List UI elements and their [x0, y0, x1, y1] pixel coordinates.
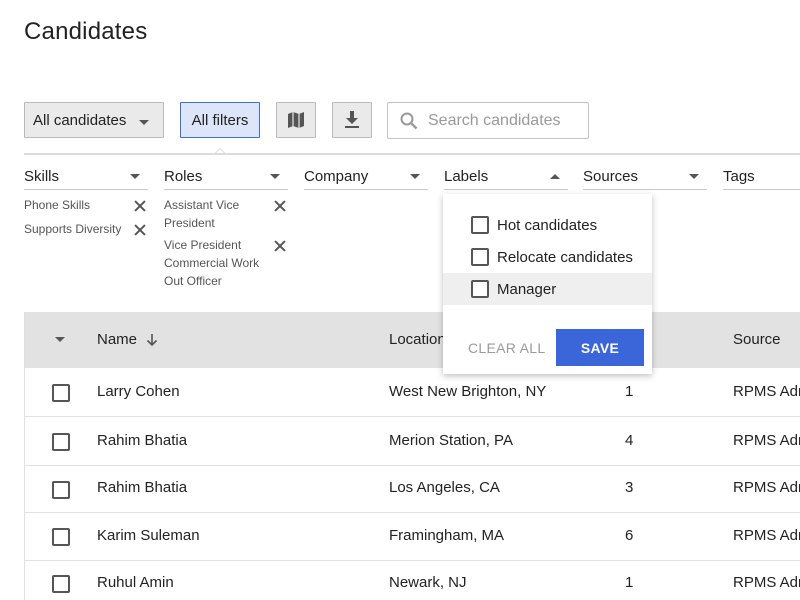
candidate-source: RPMS Admin: [733, 527, 800, 544]
filter-roles-label: Roles: [164, 168, 203, 185]
candidates-view-label: All candidates: [33, 111, 127, 129]
search-input[interactable]: [428, 111, 578, 130]
chevron-down-icon: [270, 174, 280, 179]
table-row[interactable]: Rahim Bhatia Merion Station, PA 4 RPMS A…: [25, 417, 800, 466]
label-option-text: Hot candidates: [497, 216, 598, 234]
page-title: Candidates: [24, 18, 148, 45]
table-row[interactable]: Ruhul Amin Newark, NJ 1 RPMS Admin: [25, 561, 800, 600]
remove-role-vp-icon[interactable]: [274, 240, 286, 252]
candidate-location: Merion Station, PA: [389, 432, 513, 449]
search-box[interactable]: [387, 102, 589, 139]
skill-chip: Supports Diversity: [24, 222, 122, 236]
table-row[interactable]: Larry Cohen West New Brighton, NY 1 RPMS…: [25, 368, 800, 417]
filter-tags[interactable]: Tags: [723, 166, 800, 190]
candidate-name[interactable]: Rahim Bhatia: [97, 479, 187, 496]
candidate-location: Framingham, MA: [389, 527, 505, 544]
candidate-count: 6: [625, 527, 634, 544]
table-row[interactable]: Rahim Bhatia Los Angeles, CA 3 RPMS Admi…: [25, 466, 800, 513]
all-filters-button[interactable]: All filters: [180, 102, 260, 138]
candidate-count: 3: [625, 479, 634, 496]
candidate-count: 4: [625, 432, 634, 449]
filter-sources-label: Sources: [583, 168, 639, 185]
label-checkbox[interactable]: [471, 280, 489, 298]
download-button[interactable]: [332, 102, 372, 138]
row-checkbox[interactable]: [52, 433, 70, 451]
candidate-location: Los Angeles, CA: [389, 479, 500, 496]
filter-labels[interactable]: Labels: [444, 166, 568, 190]
candidate-location: West New Brighton, NY: [389, 383, 547, 400]
label-checkbox[interactable]: [471, 216, 489, 234]
chevron-down-icon: [410, 174, 420, 179]
candidate-name[interactable]: Ruhul Amin: [97, 574, 174, 591]
filter-labels-label: Labels: [444, 168, 489, 185]
all-filters-label: All filters: [191, 111, 249, 129]
search-icon: [400, 112, 418, 129]
save-button[interactable]: SAVE: [556, 329, 644, 366]
row-checkbox[interactable]: [52, 575, 70, 593]
chevron-down-icon: [130, 174, 140, 179]
candidate-source: RPMS Admin: [733, 574, 800, 591]
label-option-relocate-candidates[interactable]: Relocate candidates: [443, 241, 652, 273]
column-location[interactable]: Location: [389, 331, 446, 348]
row-checkbox[interactable]: [52, 528, 70, 546]
candidates-table: Name Location Source Larry Cohen West Ne…: [24, 312, 800, 600]
remove-skill-supports-diversity-icon[interactable]: [134, 224, 146, 236]
filter-sources[interactable]: Sources: [583, 166, 707, 190]
filter-tags-label: Tags: [723, 168, 755, 185]
candidate-source: RPMS Admin: [733, 383, 800, 400]
filter-skills[interactable]: Skills: [24, 166, 148, 190]
remove-skill-phone-skills-icon[interactable]: [134, 200, 146, 212]
label-option-hot-candidates[interactable]: Hot candidates: [443, 209, 652, 241]
role-chip: Vice President Commercial Work Out Offic…: [164, 238, 260, 288]
candidate-source: RPMS Admin: [733, 432, 800, 449]
chevron-down-icon: [689, 174, 699, 179]
table-header: Name Location Source: [25, 312, 800, 368]
candidate-source: RPMS Admin: [733, 479, 800, 496]
label-checkbox[interactable]: [471, 248, 489, 266]
candidate-count: 1: [625, 574, 634, 591]
chevron-down-icon: [139, 120, 149, 125]
skill-chip: Phone Skills: [24, 198, 91, 212]
candidate-count: 1: [625, 383, 634, 400]
row-checkbox[interactable]: [52, 481, 70, 499]
filter-roles[interactable]: Roles: [164, 166, 288, 190]
clear-all-button[interactable]: CLEAR ALL: [468, 340, 545, 356]
download-icon: [345, 111, 359, 128]
candidate-name[interactable]: Larry Cohen: [97, 383, 180, 400]
labels-dropdown-menu: Hot candidates Relocate candidates Manag…: [443, 194, 652, 374]
remove-role-avp-icon[interactable]: [274, 200, 286, 212]
row-checkbox[interactable]: [52, 384, 70, 402]
chevron-up-icon: [550, 174, 560, 179]
label-option-text: Relocate candidates: [497, 248, 633, 266]
map-icon: [288, 112, 304, 128]
label-option-text: Manager: [497, 280, 557, 298]
column-source[interactable]: Source: [733, 331, 781, 348]
candidates-view-dropdown[interactable]: All candidates: [24, 102, 164, 138]
role-chip: Assistant Vice President: [164, 198, 240, 230]
label-option-manager[interactable]: Manager: [443, 273, 652, 305]
candidate-name[interactable]: Karim Suleman: [97, 527, 200, 544]
toolbar-divider: [24, 153, 800, 155]
column-name[interactable]: Name: [97, 331, 137, 348]
select-menu-icon[interactable]: [55, 337, 65, 342]
candidate-name[interactable]: Rahim Bhatia: [97, 432, 187, 449]
map-view-button[interactable]: [276, 102, 316, 138]
filter-company[interactable]: Company: [304, 166, 428, 190]
table-row[interactable]: Karim Suleman Framingham, MA 6 RPMS Admi…: [25, 513, 800, 561]
filter-company-label: Company: [304, 168, 369, 185]
sort-arrow-down-icon[interactable]: [146, 333, 158, 347]
filter-skills-label: Skills: [24, 168, 60, 185]
candidate-location: Newark, NJ: [389, 574, 467, 591]
save-button-label: SAVE: [580, 339, 620, 356]
